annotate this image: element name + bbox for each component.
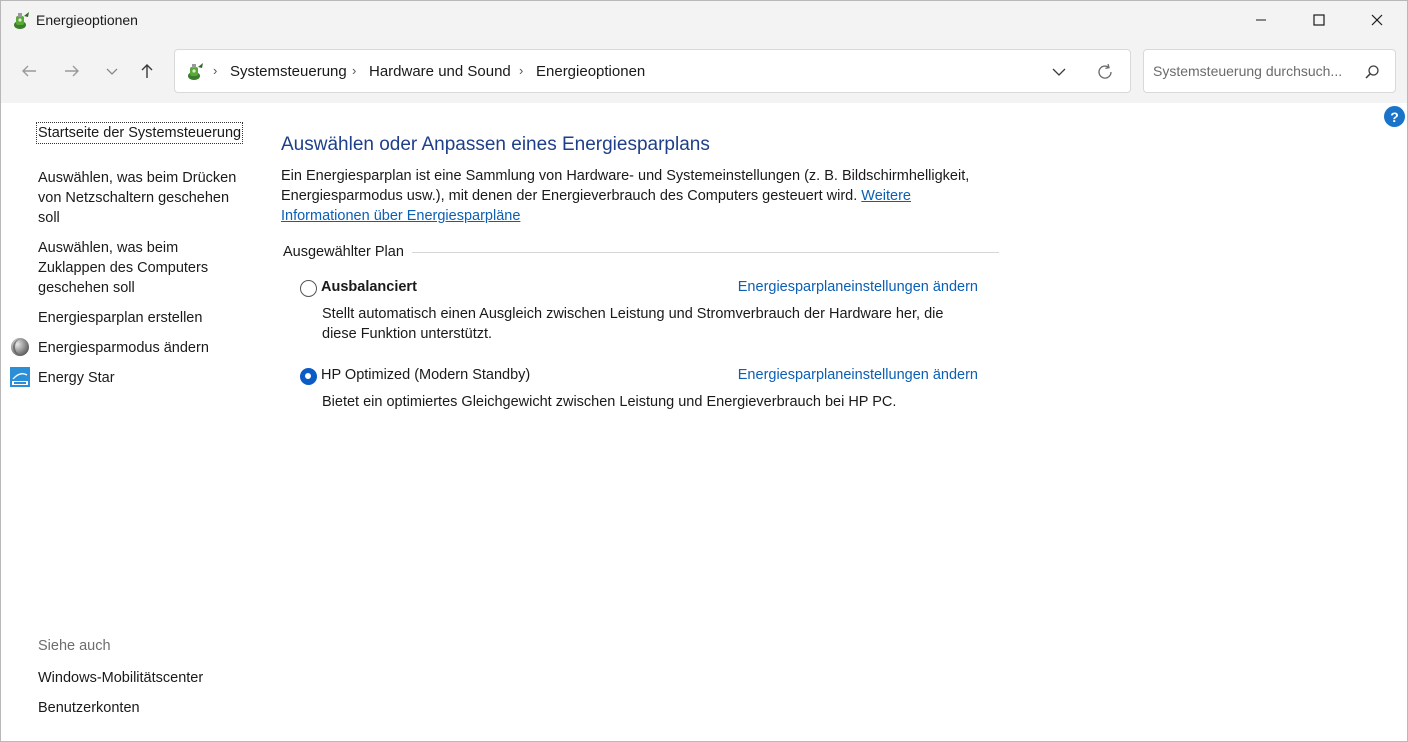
breadcrumb-hardware-und-sound[interactable]: Hardware und Sound xyxy=(369,63,511,80)
up-button[interactable] xyxy=(133,57,161,85)
chevron-right-icon: › xyxy=(519,63,524,78)
plan-hp-optimized-change-settings-link[interactable]: Energiesparplaneinstellungen ändern xyxy=(738,367,978,383)
create-power-plan-link[interactable]: Energiesparplan erstellen xyxy=(38,308,248,328)
power-options-icon xyxy=(11,10,31,30)
navigation-bar: › Systemsteuerung › Hardware und Sound ›… xyxy=(1,39,1407,103)
power-options-icon xyxy=(185,61,205,81)
back-button[interactable] xyxy=(15,57,43,85)
arrow-up-icon xyxy=(141,64,153,78)
window: Energieoptionen › Systemsteuerung › Hard… xyxy=(0,0,1408,742)
forward-button[interactable] xyxy=(58,57,86,85)
maximize-button[interactable] xyxy=(1290,1,1348,39)
chevron-down-icon xyxy=(1052,68,1066,76)
search-box[interactable] xyxy=(1143,49,1396,93)
chevron-right-icon: › xyxy=(352,63,357,78)
mobility-center-link[interactable]: Windows-Mobilitätscenter xyxy=(38,668,248,688)
search-input[interactable] xyxy=(1153,50,1358,92)
refresh-icon xyxy=(1098,63,1112,79)
search-icon[interactable] xyxy=(1363,63,1381,81)
maximize-icon xyxy=(1313,14,1325,26)
close-button[interactable] xyxy=(1348,1,1406,39)
address-bar[interactable]: › Systemsteuerung › Hardware und Sound ›… xyxy=(174,49,1131,93)
recent-locations-button[interactable] xyxy=(98,57,126,85)
energy-star-link[interactable]: Energy Star xyxy=(38,368,248,388)
page-description: Ein Energiesparplan ist eine Sammlung vo… xyxy=(281,166,1001,226)
plan-hp-optimized-description: Bietet ein optimiertes Gleichgewicht zwi… xyxy=(322,394,897,410)
plan-balanced-change-settings-link[interactable]: Energiesparplaneinstellungen ändern xyxy=(738,279,978,295)
breadcrumb-energieoptionen[interactable]: Energieoptionen xyxy=(536,63,645,80)
plan-hp-optimized-name[interactable]: HP Optimized (Modern Standby) xyxy=(321,367,530,383)
moon-globe-icon xyxy=(10,337,30,357)
close-icon xyxy=(1371,14,1383,26)
minimize-button[interactable] xyxy=(1232,1,1290,39)
arrow-right-icon xyxy=(65,65,79,77)
chevron-down-icon xyxy=(106,68,118,75)
help-button[interactable]: ? xyxy=(1384,106,1405,127)
chevron-right-icon: › xyxy=(213,63,218,78)
control-panel-home-link[interactable]: Startseite der Systemsteuerung xyxy=(36,122,244,144)
title-bar: Energieoptionen xyxy=(1,1,1407,39)
plan-balanced-name[interactable]: Ausbalanciert xyxy=(321,279,417,295)
energy-star-icon xyxy=(10,367,30,387)
plan-balanced-description: Stellt automatisch einen Ausgleich zwisc… xyxy=(322,306,944,342)
address-dropdown-button[interactable] xyxy=(1048,62,1070,82)
group-divider xyxy=(411,252,999,253)
user-accounts-link[interactable]: Benutzerkonten xyxy=(38,698,248,718)
sleep-mode-task-link[interactable]: Energiesparmodus ändern xyxy=(38,338,248,358)
see-also-heading: Siehe auch xyxy=(38,638,111,654)
power-buttons-task-link[interactable]: Auswählen, was beim Drücken von Netzscha… xyxy=(38,168,248,228)
minimize-icon xyxy=(1256,19,1266,21)
plan-balanced-radio[interactable] xyxy=(300,280,317,297)
left-task-pane: Startseite der Systemsteuerung Auswählen… xyxy=(1,103,261,742)
refresh-button[interactable] xyxy=(1094,61,1116,83)
plan-hp-optimized-radio[interactable] xyxy=(300,368,317,385)
window-title: Energieoptionen xyxy=(36,12,138,28)
page-title: Auswählen oder Anpassen eines Energiespa… xyxy=(281,134,710,155)
breadcrumb-systemsteuerung[interactable]: Systemsteuerung xyxy=(230,63,347,80)
lid-close-task-link[interactable]: Auswählen, was beim Zuklappen des Comput… xyxy=(38,238,248,298)
selected-plan-group-label: Ausgewählter Plan xyxy=(283,244,412,260)
arrow-left-icon xyxy=(22,65,36,77)
